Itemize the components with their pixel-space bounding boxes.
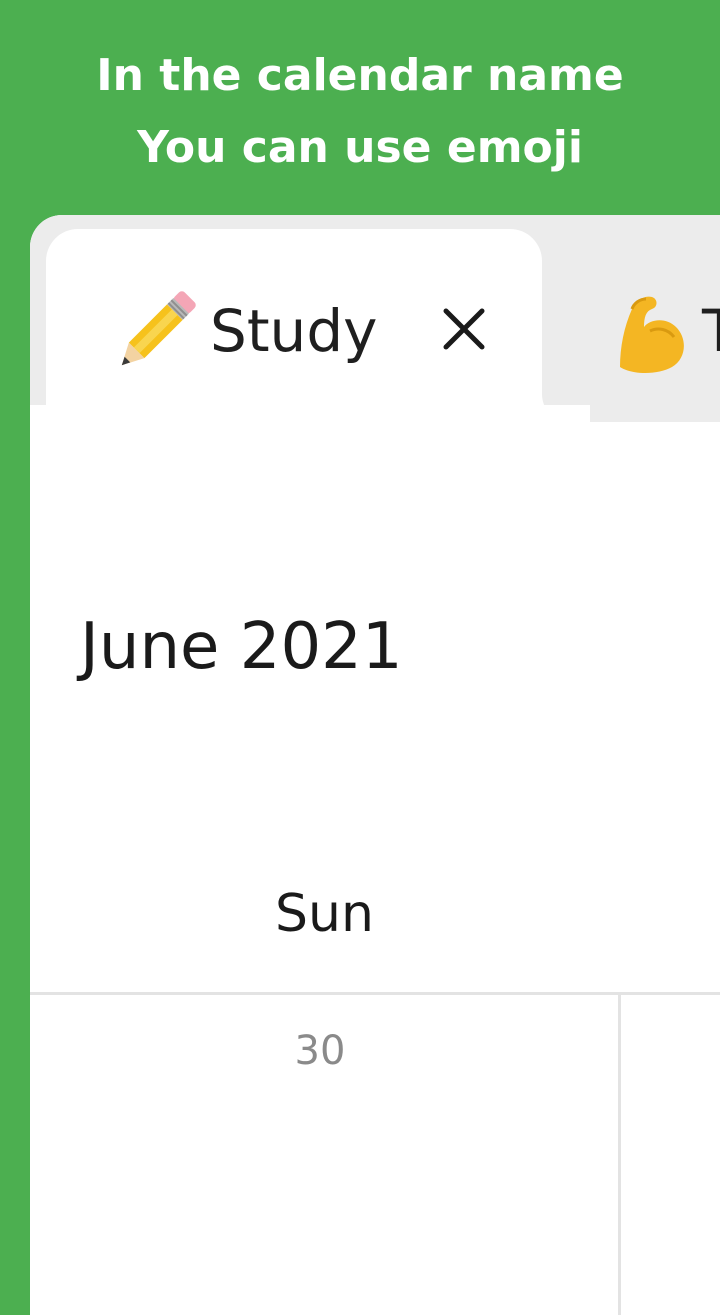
promo-banner: In the calendar name You can use emoji (0, 0, 720, 215)
close-icon[interactable] (434, 299, 494, 359)
tab-bridge (30, 405, 590, 435)
tab-label-second[interactable]: T (702, 291, 720, 371)
promo-headline-line-1: In the calendar name (96, 50, 624, 101)
promo-headline-line-2: You can use emoji (137, 122, 583, 173)
flexed-biceps-icon[interactable] (610, 287, 700, 377)
day-number: 30 (294, 1028, 346, 1074)
month-title: June 2021 (80, 610, 403, 684)
day-cell[interactable]: 30 (30, 995, 618, 1295)
app-screen: Study T June 2021 Sun 30 (30, 215, 720, 1315)
pencil-icon (110, 287, 200, 377)
tab-label-study: Study (210, 297, 378, 365)
weekday-header-sun: Sun (275, 884, 374, 944)
calendar-column-divider (618, 995, 621, 1315)
